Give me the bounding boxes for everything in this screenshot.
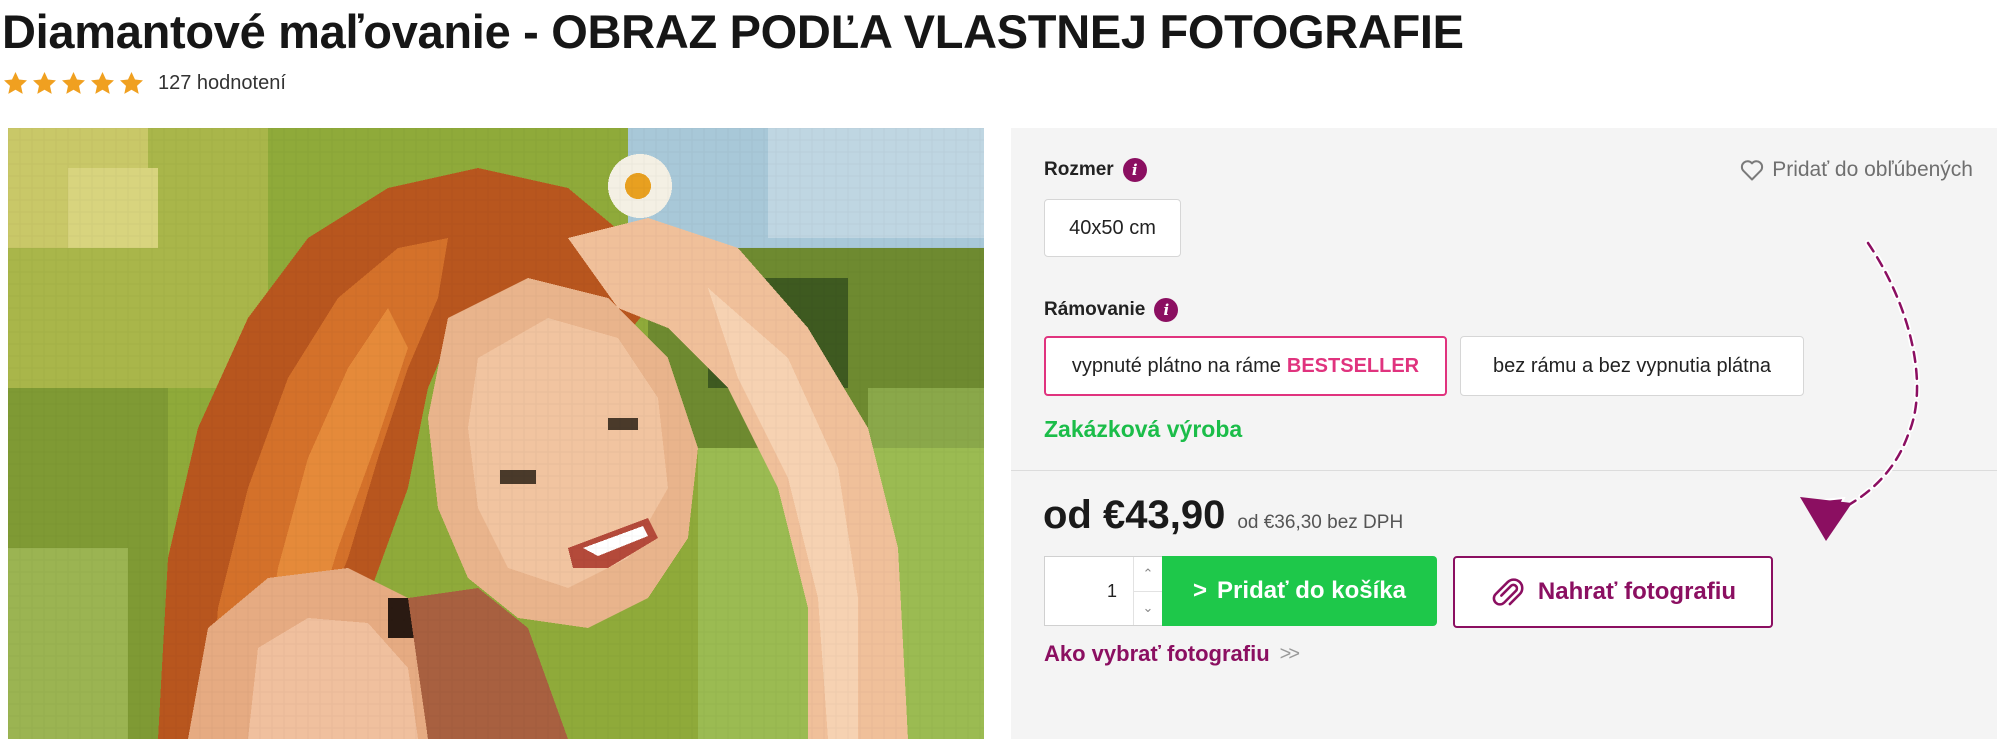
quantity-up-icon[interactable]: ⌃ <box>1134 557 1162 591</box>
upload-photo-label: Nahrať fotografiu <box>1537 578 1737 605</box>
quantity-arrows: ⌃ ⌄ <box>1133 557 1162 625</box>
page-title: Diamantové maľovanie - OBRAZ PODĽA VLAST… <box>2 5 1464 58</box>
rating-count[interactable]: 127 hodnotení <box>158 72 286 95</box>
star-icon <box>62 71 85 94</box>
paperclip-icon <box>1492 578 1524 606</box>
chevron-right-icon: > <box>1193 577 1208 604</box>
add-to-cart-label: Pridať do košíka <box>1217 577 1406 604</box>
size-option-40x50[interactable]: 40x50 cm <box>1044 199 1181 257</box>
heart-outline-icon <box>1741 160 1764 181</box>
add-to-cart-button[interactable]: > Pridať do košíka <box>1162 556 1437 626</box>
star-icon <box>91 71 114 94</box>
upload-photo-button[interactable]: Nahrať fotografiu <box>1453 556 1773 628</box>
star-icon <box>33 71 56 94</box>
framing-label: Rámovanie i <box>1044 298 1179 322</box>
price-without-vat: od €36,30 bez DPH <box>1237 512 1404 533</box>
size-label: Rozmer i <box>1044 158 1147 182</box>
price-main: od €43,90 <box>1043 493 1226 537</box>
framing-option-no-frame[interactable]: bez rámu a bez vypnutia plátna <box>1460 336 1804 396</box>
product-image[interactable] <box>8 128 984 739</box>
quantity-down-icon[interactable]: ⌄ <box>1134 590 1162 626</box>
curved-arrow-icon <box>1800 240 1921 541</box>
portrait-photo <box>8 128 984 739</box>
price: od €43,90 od €36,30 bez DPH <box>1043 493 1403 538</box>
star-icon <box>4 71 27 94</box>
quantity-stepper: ⌃ ⌄ <box>1044 556 1162 626</box>
add-to-favorites[interactable]: Pridať do obľúbených <box>1740 158 1973 182</box>
rating-stars <box>2 70 145 97</box>
framing-option-stretched[interactable]: vypnuté plátno na ráme BESTSELLER <box>1044 336 1447 396</box>
bestseller-badge: BESTSELLER <box>1286 354 1420 377</box>
double-chevron-right-icon: >> <box>1279 642 1300 665</box>
custom-made-label: Zakázková výroba <box>1044 416 1243 442</box>
quantity-input[interactable] <box>1045 557 1133 625</box>
how-to-choose-photo-link[interactable]: Ako vybrať fotografiu >> <box>1044 641 1300 667</box>
star-icon <box>120 71 143 94</box>
favorite-label: Pridať do obľúbených <box>1772 158 1973 181</box>
info-icon[interactable]: i <box>1154 298 1179 322</box>
rating[interactable]: 127 hodnotení <box>2 68 286 98</box>
info-icon[interactable]: i <box>1122 158 1147 182</box>
